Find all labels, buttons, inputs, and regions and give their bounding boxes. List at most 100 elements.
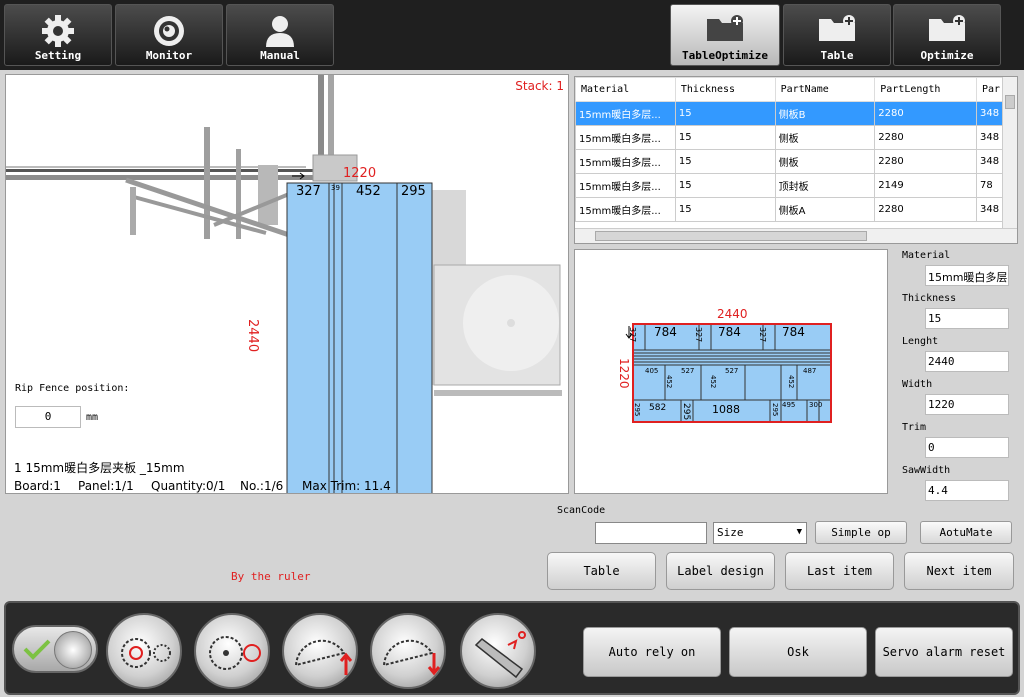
table-cell: 15mm暖白多层... [575,101,676,126]
table-row[interactable]: 15mm暖白多层... 15 侧板A 2280 348 [575,197,1004,222]
column-header[interactable]: Material [575,77,676,102]
monitor-button[interactable]: Monitor [115,4,223,66]
max-trim: Max Trim: 11.4 [302,479,391,493]
scancode-label: ScanCode [557,505,606,516]
servo-alarm-reset-button[interactable]: Servo alarm reset [875,627,1013,677]
angle-tilt-button[interactable] [460,613,536,689]
item-number: No.:1/6 [240,479,284,493]
layout-part-label: 582 [649,403,667,413]
length-field[interactable]: 2440 [925,351,1009,372]
table-label: Table [820,49,854,62]
table-cell: 15 [674,125,776,150]
column-header[interactable]: Thickness [674,77,776,102]
panel-count: Panel:1/1 [78,479,134,493]
table-row[interactable]: 15mm暖白多层... 15 侧板 2280 348 [575,125,1004,150]
layout-part-label: 1088 [712,403,740,416]
table-optimize-tab[interactable]: TableOptimize [670,4,780,66]
size-select[interactable]: Size ▼ [713,522,807,544]
column-header[interactable]: Par [975,77,1004,102]
optimize-label: Optimize [920,49,974,62]
layout-part-label: 300 [809,401,823,409]
gear-icon [40,13,76,52]
table-cell: 348 [975,125,1004,150]
scoring-saw-icon [209,636,261,670]
layout-part-label: 784 [718,325,741,339]
horizontal-scrollbar[interactable] [575,228,1017,243]
quantity-count: Quantity:0/1 [151,479,226,493]
length-label: Lenght [902,336,939,347]
auto-rely-on-button[interactable]: Auto rely on [583,627,721,677]
table-cell: 2280 [874,149,977,174]
layout-part-label: 327 [628,327,637,343]
layout-part-label: 452 [709,375,717,389]
setting-button[interactable]: Setting [4,4,112,66]
toggle-knob [54,631,92,669]
confirm-toggle[interactable] [12,625,98,673]
layout-part-label: 295 [771,403,779,417]
strip-label: 295 [401,184,426,199]
material-field[interactable]: 15mm暖白多层夹 [925,265,1009,286]
layout-part-label: 327 [694,327,703,343]
layout-part-label: 784 [654,325,677,339]
rip-fence-label: Rip Fence position: [15,383,130,394]
saw-down-icon [382,639,441,676]
table-header-row: Material Thickness PartName PartLength P… [575,77,1004,102]
cut-layout-preview: 2440 1220 327 784 327 784 327 784 405 45… [574,249,888,494]
strip-label: 39 [331,184,340,192]
saw-up-icon [294,639,353,675]
width-field[interactable]: 1220 [925,394,1009,415]
simple-op-button[interactable]: Simple op [815,521,907,544]
rip-fence-input[interactable]: 0 [15,406,81,428]
layout-width-dimension: 1220 [617,358,631,389]
table-row[interactable]: 15mm暖白多层... 15 侧板B 2280 348 [575,101,1004,126]
table-cell: 78 [975,173,1004,198]
sawwidth-label: SawWidth [902,465,951,476]
column-header[interactable]: PartName [774,77,876,102]
saw-up-button[interactable] [282,613,358,689]
layout-part-label: 452 [787,375,795,389]
manual-button[interactable]: Manual [226,4,334,66]
sawwidth-field[interactable]: 4.4 [925,480,1009,501]
last-item-button[interactable]: Last item [785,552,894,590]
thickness-field[interactable]: 15 [925,308,1009,329]
strip-label: 452 [356,184,381,199]
layout-part-label: 452 [665,375,673,389]
parts-table: Material Thickness PartName PartLength P… [574,76,1018,244]
aoutumate-button[interactable]: AotuMate [920,521,1012,544]
next-item-button[interactable]: Next item [904,552,1014,590]
folder-add-icon [927,13,967,46]
optimize-tab[interactable]: Optimize [893,4,1001,66]
saw-rotate-icon [121,638,171,668]
saw-down-button[interactable] [370,613,446,689]
table-cell: 15mm暖白多层... [575,197,676,222]
table-cell: 15mm暖白多层... [575,149,676,174]
table-cell: 2280 [874,197,977,222]
material-label: Material [902,250,951,261]
trim-label: Trim [902,422,927,433]
table-cell: 15mm暖白多层... [575,125,676,150]
scoring-saw-button[interactable] [194,613,270,689]
osk-button[interactable]: Osk [729,627,867,677]
layout-part-label: 487 [803,367,817,375]
column-header[interactable]: PartLength [874,77,977,102]
table-cell: 15 [674,101,776,126]
folder-add-icon [817,13,857,46]
table-row[interactable]: 15mm暖白多层... 15 侧板 2280 348 [575,149,1004,174]
saw-rotate-button[interactable] [106,613,182,689]
scancode-input[interactable] [595,522,707,544]
table-cell: 侧板B [774,101,876,126]
table-cell: 348 [975,101,1004,126]
table-cell: 侧板 [774,149,876,174]
rip-fence-unit: mm [86,412,99,423]
table-tab[interactable]: Table [783,4,891,66]
thickness-label: Thickness [902,293,957,304]
table-button[interactable]: Table [547,552,656,590]
layout-part-label: 327 [758,327,767,343]
top-dimension: 1220 [343,166,377,181]
label-design-button[interactable]: Label design [666,552,775,590]
table-row[interactable]: 15mm暖白多层... 15 顶封板 2149 78 [575,173,1004,198]
vertical-scrollbar[interactable] [1002,77,1017,229]
manual-label: Manual [260,49,300,62]
table-cell: 侧板 [774,125,876,150]
trim-field[interactable]: 0 [925,437,1009,458]
